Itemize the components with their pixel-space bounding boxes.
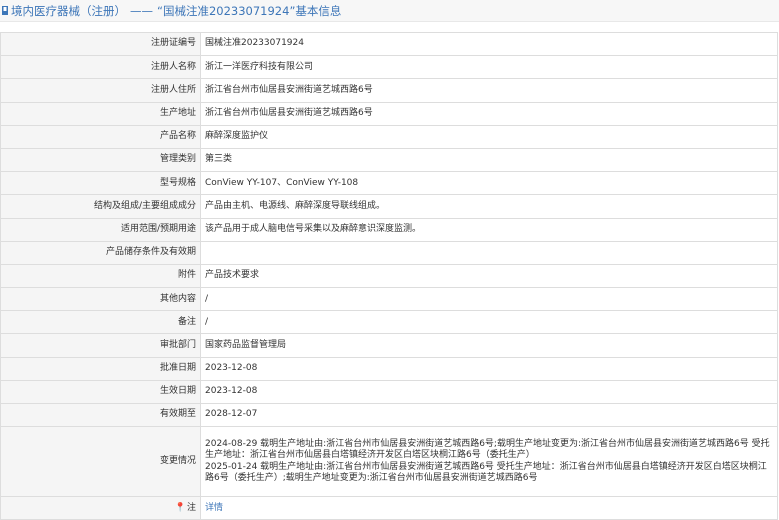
row-label: 注册人住所: [0, 78, 201, 103]
header-separator: ——: [130, 3, 153, 18]
row-value: 浙江省台州市仙居县安洲街道艺城西路6号: [200, 78, 778, 103]
row-label: 批准日期: [0, 356, 201, 381]
row-value: 产品由主机、电源线、麻醉深度导联线组成。: [200, 194, 778, 219]
table-row: 注册人名称 浙江一洋医疗科技有限公司: [0, 55, 778, 80]
table-row: 管理类别 第三类: [0, 147, 778, 173]
row-label: 有效期至: [0, 402, 201, 428]
row-value: 国械注准20233071924: [200, 31, 778, 57]
row-label: 注册人名称: [0, 55, 201, 80]
table-row: 其他内容 /: [0, 287, 778, 312]
row-value: /: [200, 287, 778, 312]
row-label: 注册证编号: [0, 31, 201, 57]
table-row: 适用范围/预期用途 该产品用于成人脑电信号采集以及麻醉意识深度监测。: [0, 217, 778, 242]
row-value: 浙江省台州市仙居县安洲街道艺城西路6号: [200, 101, 778, 126]
row-value: 2023-12-08: [200, 356, 778, 381]
row-value: 麻醉深度监护仪: [200, 124, 778, 149]
row-label: 管理类别: [0, 147, 201, 173]
row-label: 审批部门: [0, 333, 201, 358]
table-row: 有效期至 2028-12-07: [0, 402, 778, 428]
note-label-cell: 📍注: [0, 496, 201, 520]
table-row: 型号规格 ConView YY-107、ConView YY-108: [0, 171, 778, 196]
row-label: 产品储存条件及有效期: [0, 240, 201, 265]
row-label: 适用范围/预期用途: [0, 217, 201, 242]
table-row: 产品名称 麻醉深度监护仪: [0, 124, 778, 149]
change-entry-1: 2024-08-29 载明生产地址由:浙江省台州市仙居县安洲街道艺城西路6号;载…: [205, 439, 770, 461]
change-row: 变更情况 2024-08-29 载明生产地址由:浙江省台州市仙居县安洲街道艺城西…: [0, 426, 778, 498]
table-row: 结构及组成/主要组成成分 产品由主机、电源线、麻醉深度导联线组成。: [0, 194, 778, 219]
row-label: 型号规格: [0, 171, 201, 196]
table-row: 附件 产品技术要求: [0, 263, 778, 289]
row-value: 浙江一洋医疗科技有限公司: [200, 55, 778, 80]
row-value: 国家药品监督管理局: [200, 333, 778, 358]
row-label: 结构及组成/主要组成成分: [0, 194, 201, 219]
row-value: 2023-12-08: [200, 379, 778, 405]
table-row: 生效日期 2023-12-08: [0, 379, 778, 405]
row-label: 其他内容: [0, 287, 201, 312]
row-value: ConView YY-107、ConView YY-108: [200, 171, 778, 196]
note-row: 📍注 详情: [0, 496, 778, 520]
row-value: [200, 240, 778, 265]
note-value: 详情: [200, 496, 778, 520]
table-row: 批准日期 2023-12-08: [0, 356, 778, 381]
note-label: 注: [186, 502, 196, 513]
row-value: 该产品用于成人脑电信号采集以及麻醉意识深度监测。: [200, 217, 778, 242]
row-label: 附件: [0, 263, 201, 289]
change-entry-2: 2025-01-24 载明生产地址由:浙江省台州市仙居县安洲街道艺城西路6号 受…: [205, 461, 767, 483]
header-prefix: 境内医疗器械（注册）: [11, 3, 126, 18]
table-row: 注册人住所 浙江省台州市仙居县安洲街道艺城西路6号: [0, 78, 778, 103]
row-label: 生产地址: [0, 101, 201, 126]
row-label: 生效日期: [0, 379, 201, 405]
row-label: 产品名称: [0, 124, 201, 149]
change-label: 变更情况: [0, 426, 201, 498]
table-row: 产品储存条件及有效期: [0, 240, 778, 265]
row-label: 备注: [0, 310, 201, 335]
page-title: “国械注准20233071924”基本信息: [157, 3, 342, 18]
bookmark-icon: [2, 6, 8, 15]
table-row: 备注 /: [0, 310, 778, 335]
table-row: 审批部门 国家药品监督管理局: [0, 333, 778, 358]
page-title-bar: 境内医疗器械（注册） —— “国械注准20233071924”基本信息: [0, 0, 779, 22]
table-row: 生产地址 浙江省台州市仙居县安洲街道艺城西路6号: [0, 101, 778, 126]
change-value: 2024-08-29 载明生产地址由:浙江省台州市仙居县安洲街道艺城西路6号;载…: [200, 426, 778, 498]
row-value: 产品技术要求: [200, 263, 778, 289]
row-value: /: [200, 310, 778, 335]
info-table: 注册证编号 国械注准20233071924 注册人名称 浙江一洋医疗科技有限公司…: [0, 31, 778, 520]
details-link[interactable]: 详情: [205, 503, 223, 513]
row-value: 第三类: [200, 147, 778, 173]
table-row: 注册证编号 国械注准20233071924: [0, 31, 778, 57]
pin-icon: 📍: [174, 502, 186, 513]
row-value: 2028-12-07: [200, 402, 778, 428]
